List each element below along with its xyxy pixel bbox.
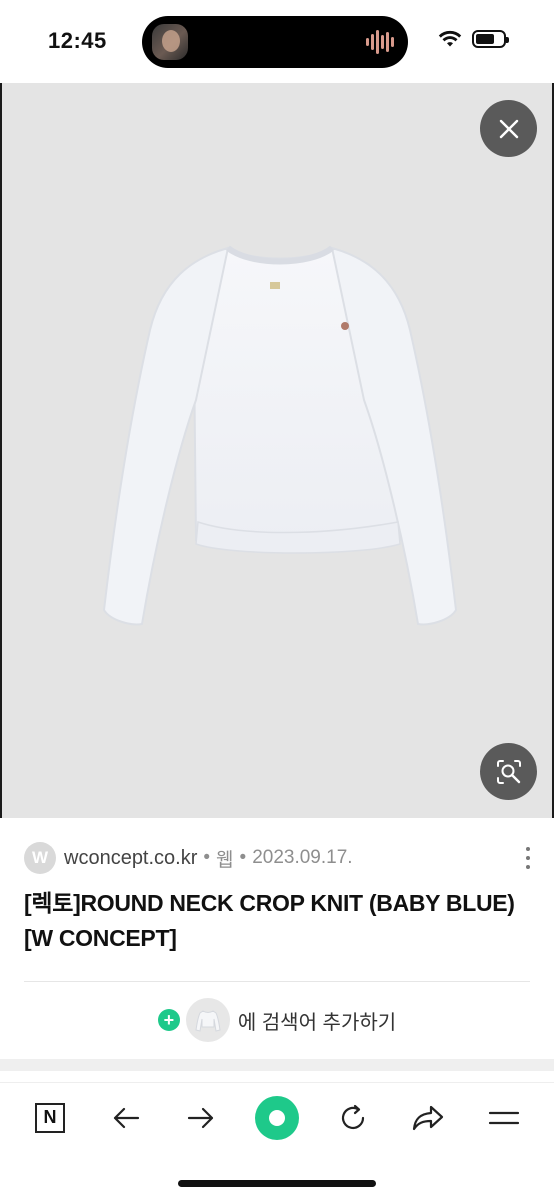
wifi-icon [438,30,462,47]
image-search-icon [496,759,521,784]
result-date: 2023.09.17. [252,847,353,868]
source-row[interactable]: W wconcept.co.kr • 웹 • 2023.09.17. [24,842,353,874]
divider [24,981,530,982]
home-indicator[interactable] [178,1180,376,1187]
product-image [102,245,458,626]
separator: • [203,847,211,868]
more-options-icon[interactable] [518,844,538,872]
section-divider [0,1059,554,1071]
add-search-term-button[interactable]: + 에 검색어 추가하기 [0,998,554,1042]
arrow-right-icon [188,1107,214,1128]
back-button[interactable] [104,1096,148,1140]
green-dot-button[interactable] [254,1095,299,1140]
add-search-term-label: 에 검색어 추가하기 [237,1011,397,1034]
separator: • [239,847,247,868]
menu-icon [488,1111,520,1124]
battery-icon [472,30,509,48]
result-type: 웹 [216,849,234,871]
naver-home-icon: N [35,1102,65,1133]
plus-icon: + [157,1009,180,1031]
source-name[interactable]: wconcept.co.kr [64,847,197,870]
dynamic-island[interactable] [142,16,408,68]
close-icon [499,119,518,138]
status-bar: 12:45 [0,0,554,82]
close-button[interactable] [480,100,537,157]
site-favicon: W [24,842,56,874]
menu-button[interactable] [482,1096,526,1140]
bottom-toolbar: N [0,1082,554,1152]
now-playing-avatar [152,24,188,60]
refresh-icon [341,1104,364,1129]
share-button[interactable] [406,1096,450,1140]
green-dot-icon [254,1095,299,1140]
status-icons [438,30,509,48]
result-title[interactable]: [렉토]ROUND NECK CROP KNIT (BABY BLUE) [W … [24,886,534,956]
forward-button[interactable] [179,1096,223,1140]
audio-wave-icon [366,28,394,56]
share-icon [413,1105,444,1130]
naver-home-button[interactable]: N [28,1096,72,1140]
arrow-left-icon [113,1107,139,1128]
refresh-button[interactable] [331,1096,375,1140]
search-thumbnail [185,998,230,1042]
status-time: 12:45 [48,28,107,53]
image-search-button[interactable] [480,743,537,800]
